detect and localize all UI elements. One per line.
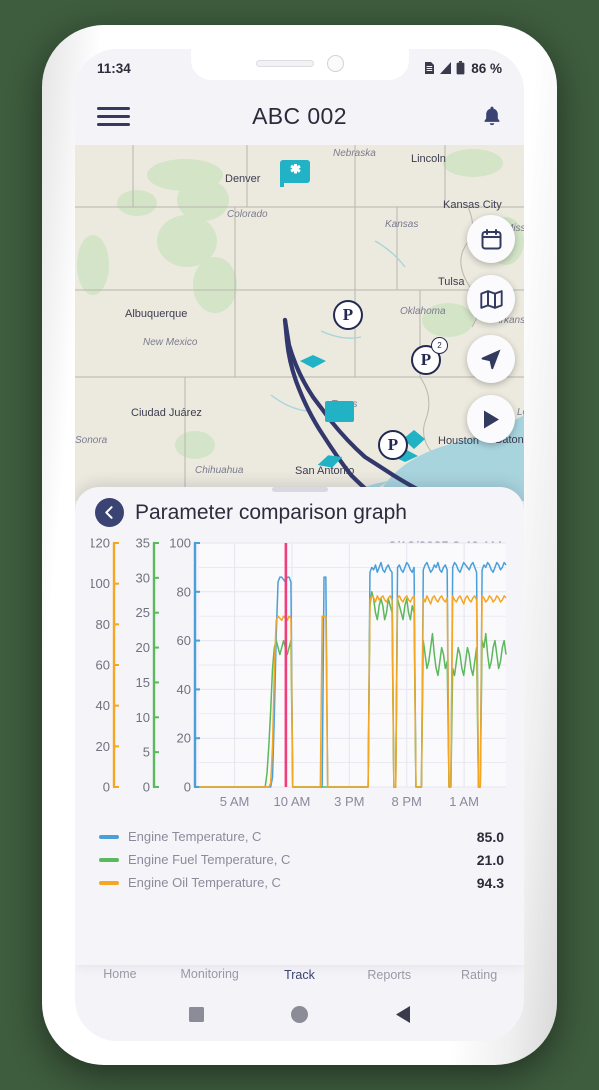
- status-bar-time: 11:34: [97, 60, 131, 76]
- legend-item[interactable]: Engine Oil Temperature, C 94.3: [99, 871, 504, 894]
- earpiece-speaker: [255, 60, 314, 67]
- orange-line-swatch: [99, 880, 119, 885]
- svg-text:100: 100: [91, 576, 110, 591]
- svg-text:25: 25: [136, 605, 150, 620]
- blue-line-swatch: [99, 834, 119, 839]
- svg-text:100: 100: [169, 536, 191, 551]
- svg-text:0: 0: [184, 780, 191, 795]
- home-circle-button[interactable]: [291, 1006, 309, 1028]
- map-controls: [467, 215, 515, 443]
- bell-icon[interactable]: [469, 105, 502, 127]
- battery-percentage: 86 %: [471, 60, 502, 76]
- svg-text:120: 120: [91, 536, 110, 551]
- svg-text:0: 0: [143, 780, 150, 795]
- legend-label: Engine Fuel Temperature, C: [128, 852, 291, 867]
- front-camera-icon: [326, 55, 344, 72]
- legend-label: Engine Oil Temperature, C: [128, 875, 281, 890]
- map-layers-icon[interactable]: [467, 275, 515, 323]
- play-icon[interactable]: [467, 395, 515, 443]
- svg-text:60: 60: [96, 658, 110, 673]
- navigate-icon[interactable]: [467, 335, 515, 383]
- page-title: ABC 002: [252, 102, 347, 129]
- chart-legend: Engine Temperature, C 85.0 Engine Fuel T…: [91, 823, 508, 894]
- svg-text:20: 20: [177, 731, 191, 746]
- sim-card-icon: [424, 61, 435, 75]
- route-endpoint-marker[interactable]: [325, 401, 354, 422]
- green-line-swatch: [99, 857, 119, 862]
- chart-canvas: 5 AM 10 AM 3 PM 8 PM 1 AM0204060801001200510…: [91, 536, 507, 809]
- recents-square-button[interactable]: [188, 1007, 204, 1027]
- legend-value: 85.0: [476, 828, 504, 845]
- route-start-flag-icon[interactable]: [280, 160, 310, 183]
- back-triangle-button[interactable]: [396, 1006, 411, 1028]
- legend-item[interactable]: Engine Temperature, C 85.0: [99, 825, 504, 848]
- stop-marker-1[interactable]: P: [333, 300, 363, 330]
- svg-text:8 PM: 8 PM: [392, 794, 422, 809]
- svg-text:3 PM: 3 PM: [334, 794, 364, 809]
- svg-text:20: 20: [136, 640, 150, 655]
- legend-label: Engine Temperature, C: [128, 829, 262, 844]
- android-system-nav: [75, 993, 524, 1041]
- svg-text:40: 40: [96, 698, 110, 713]
- nav-label: Rating: [461, 967, 498, 982]
- svg-text:0: 0: [103, 780, 110, 795]
- signal-bars-icon: [439, 61, 452, 75]
- nav-label: Home: [103, 967, 137, 981]
- nav-label: Monitoring: [180, 967, 239, 981]
- map-view[interactable]: Nebraska Lincoln Illinois Kansas City Ka…: [75, 145, 524, 501]
- sheet-header: Parameter comparison graph: [91, 496, 508, 535]
- svg-text:1 AM: 1 AM: [449, 794, 479, 809]
- legend-value: 94.3: [476, 874, 504, 891]
- stop-marker-3[interactable]: P: [378, 430, 408, 460]
- svg-text:80: 80: [96, 617, 110, 632]
- svg-text:10: 10: [136, 710, 150, 725]
- app-header: ABC 002: [75, 87, 524, 145]
- calendar-icon[interactable]: [467, 215, 515, 263]
- parameter-graph-sheet: Parameter comparison graph 2/13/2025 8:4…: [75, 487, 524, 965]
- phone-screen: 11:34 86 % ABC 002 Nebraska Lincoln Kans…: [75, 49, 524, 1041]
- svg-text:40: 40: [177, 682, 191, 697]
- svg-text:15: 15: [136, 675, 150, 690]
- svg-text:35: 35: [136, 536, 150, 551]
- phone-notch: [190, 49, 409, 80]
- status-bar: 11:34 86 %: [75, 49, 524, 87]
- stop-marker-2-badge: 2: [431, 337, 448, 354]
- nav-label: Track: [284, 968, 315, 982]
- status-bar-icons: 86 %: [424, 61, 502, 76]
- svg-text:20: 20: [96, 739, 110, 754]
- legend-value: 21.0: [476, 851, 504, 868]
- svg-text:30: 30: [136, 570, 150, 585]
- map-canvas: [75, 145, 524, 501]
- svg-text:60: 60: [177, 633, 191, 648]
- sheet-title: Parameter comparison graph: [135, 500, 407, 524]
- battery-icon: [456, 61, 465, 75]
- svg-text:80: 80: [177, 584, 191, 599]
- parameter-comparison-chart[interactable]: 2/13/2025 8:40 AM 5 AM10 AM3 PM8 PM1 AM0…: [91, 535, 508, 823]
- legend-item[interactable]: Engine Fuel Temperature, C 21.0: [99, 848, 504, 871]
- sheet-drag-handle[interactable]: [271, 487, 328, 492]
- svg-text:5 AM: 5 AM: [220, 794, 250, 809]
- back-button[interactable]: [95, 498, 124, 527]
- phone-frame: 11:34 86 % ABC 002 Nebraska Lincoln Kans…: [42, 25, 557, 1065]
- hamburger-menu-icon[interactable]: [97, 102, 130, 131]
- nav-label: Reports: [367, 967, 412, 982]
- svg-text:10 AM: 10 AM: [274, 794, 311, 809]
- svg-text:5: 5: [143, 745, 150, 760]
